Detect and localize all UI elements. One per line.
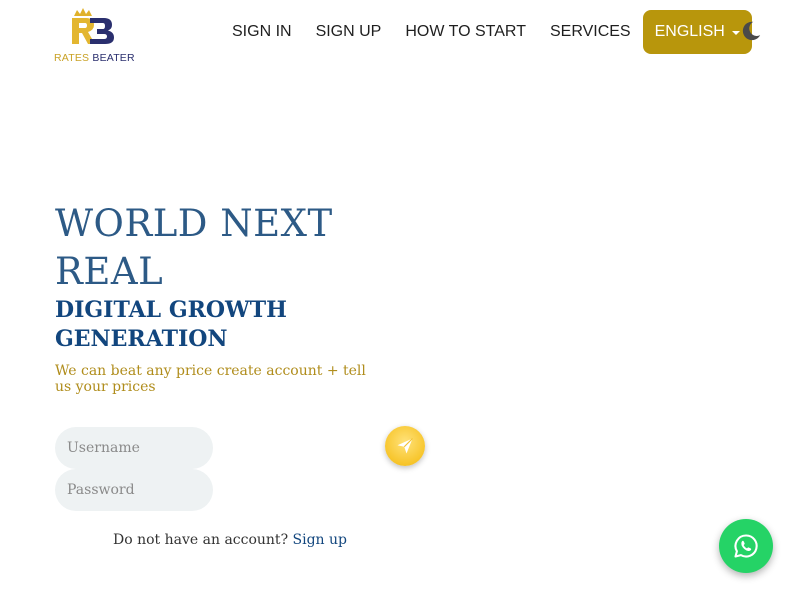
logo-text: RATES BEATER [54, 52, 135, 64]
username-input[interactable] [55, 427, 213, 469]
logo-mark-icon [72, 8, 114, 44]
nav-services[interactable]: SERVICES [550, 23, 631, 41]
paper-plane-icon [397, 438, 413, 454]
hero-subtitle: DIGITAL GROWTH GENERATION [55, 296, 315, 354]
logo-word-beater: BEATER [92, 52, 135, 64]
main-nav: SIGN IN SIGN UP HOW TO START SERVICES EN… [220, 10, 752, 54]
chevron-down-icon [731, 31, 740, 35]
hero-title: WORLD NEXT REAL [55, 200, 355, 296]
whatsapp-button[interactable] [719, 519, 773, 573]
hero-subtitle-line-1: DIGITAL GROWTH [55, 297, 287, 323]
moon-icon[interactable] [740, 20, 762, 42]
hero-subtitle-line-2: GENERATION [55, 326, 228, 352]
logo-word-rates: RATES [54, 52, 90, 64]
submit-button[interactable] [385, 426, 425, 466]
language-label: ENGLISH [654, 23, 725, 40]
page: RATES BEATER SIGN IN SIGN UP HOW TO STAR… [0, 0, 800, 600]
password-input[interactable] [55, 469, 213, 511]
language-dropdown-button[interactable]: ENGLISH [642, 10, 752, 54]
nav-sign-up[interactable]: SIGN UP [316, 23, 382, 41]
logo[interactable]: RATES BEATER [52, 8, 135, 66]
hero-title-line-2: REAL [55, 250, 164, 293]
hero-description: We can beat any price create account + t… [55, 363, 366, 395]
hero-title-line-1: WORLD NEXT [55, 202, 333, 245]
whatsapp-icon [734, 534, 758, 558]
signup-prompt: Do not have an account? [113, 532, 289, 548]
signup-link[interactable]: Sign up [293, 532, 347, 548]
nav-sign-in[interactable]: SIGN IN [232, 23, 292, 41]
nav-how-to-start[interactable]: HOW TO START [405, 23, 526, 41]
signup-prompt-line: Do not have an account? Sign up [113, 532, 347, 548]
